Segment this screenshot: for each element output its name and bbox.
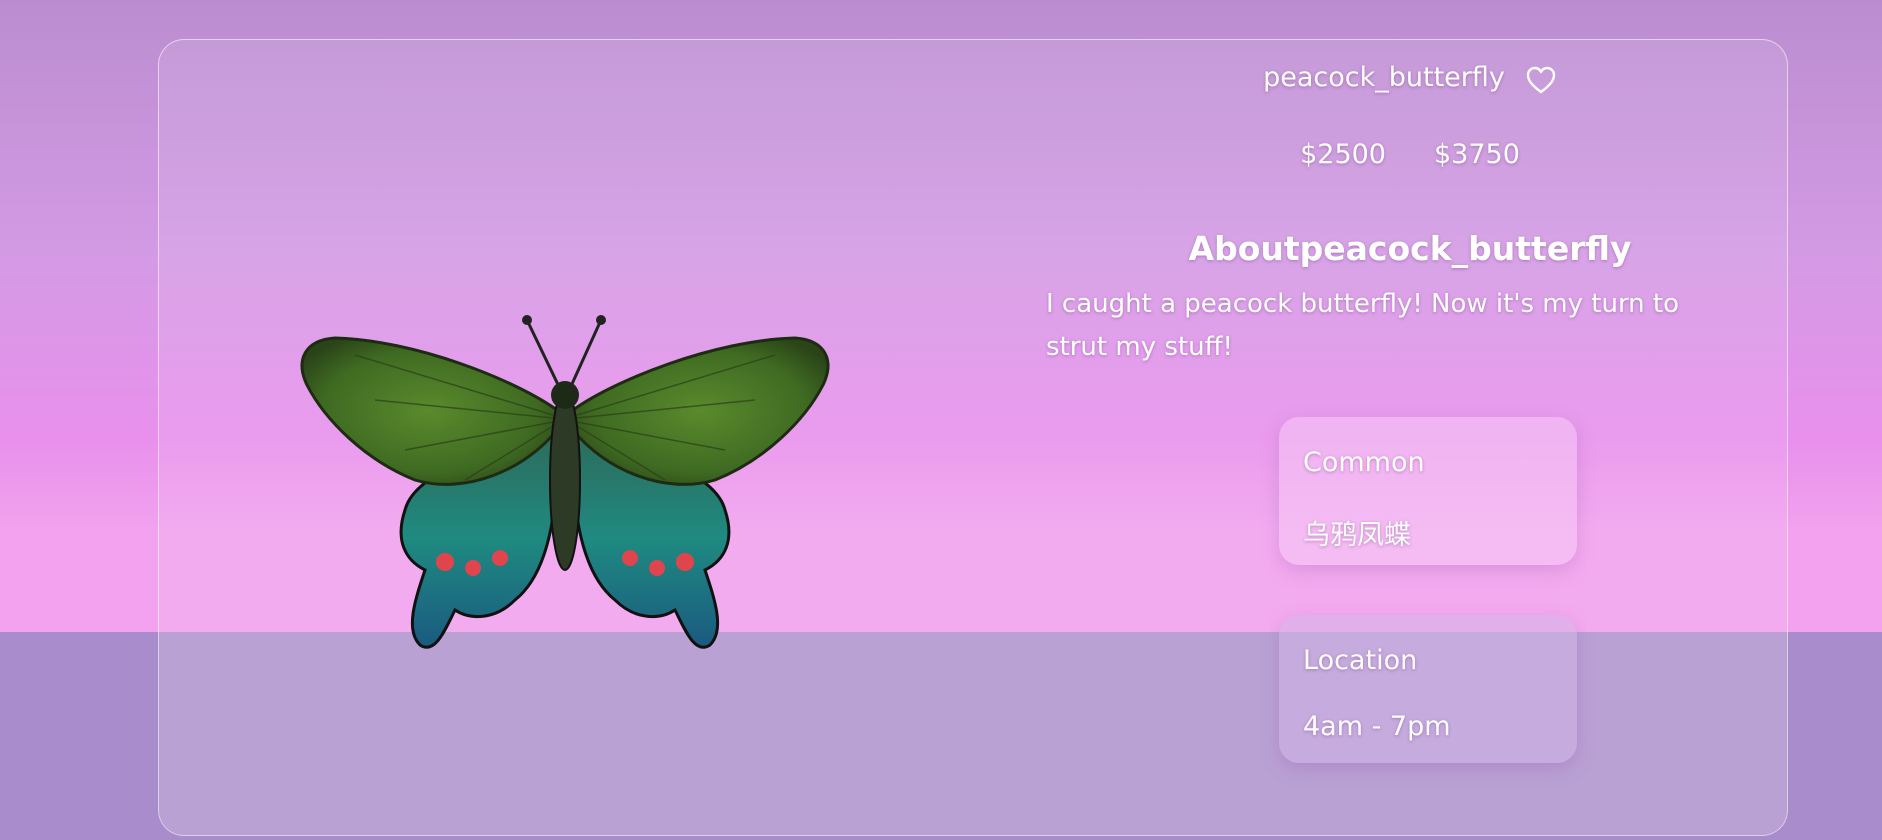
- about-title: Aboutpeacock_butterfly: [1188, 229, 1632, 268]
- title-row: peacock_butterfly: [1040, 59, 1780, 95]
- sell-price: $2500: [1300, 139, 1386, 170]
- cj-price: $3750: [1434, 139, 1520, 170]
- butterfly-image: [300, 315, 830, 649]
- location-time: 4am - 7pm: [1303, 711, 1451, 742]
- price-row: $2500 $3750: [1040, 139, 1780, 170]
- localized-name: 乌鸦凤蝶: [1303, 520, 1411, 551]
- item-name: peacock_butterfly: [1263, 61, 1505, 93]
- rarity-card: Common 乌鸦凤蝶: [1279, 417, 1577, 565]
- item-description: I caught a peacock butterfly! Now it's m…: [1046, 289, 1680, 362]
- heart-outline-icon[interactable]: [1525, 65, 1557, 95]
- location-card: Location 4am - 7pm: [1279, 615, 1577, 763]
- location-label: Location: [1303, 645, 1418, 676]
- rarity-label: Common: [1303, 447, 1425, 478]
